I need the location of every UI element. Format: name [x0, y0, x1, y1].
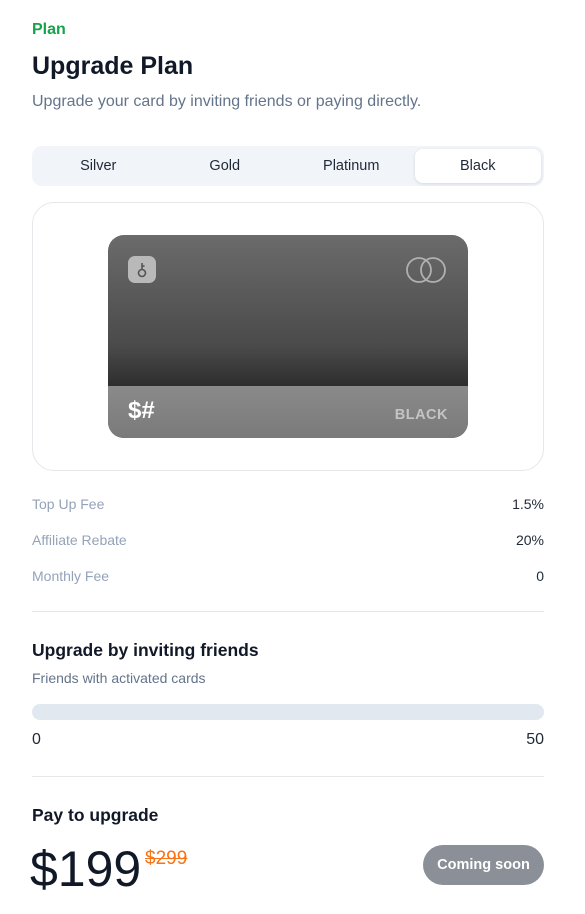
fee-row: Top Up Fee 1.5% — [32, 496, 544, 532]
tab-platinum[interactable]: Platinum — [288, 149, 415, 183]
tab-black[interactable]: Black — [414, 149, 541, 183]
page-subtitle: Upgrade your card by inviting friends or… — [32, 93, 422, 110]
divider — [32, 611, 544, 612]
card-preview-frame: $# BLACK — [32, 202, 544, 471]
fee-label: Affiliate Rebate — [32, 532, 127, 548]
card-brand-logo: $# — [128, 397, 155, 424]
page-title: Upgrade Plan — [32, 52, 194, 80]
tier-tabs: Silver Gold Platinum Black — [32, 146, 544, 186]
fee-value: 0 — [536, 568, 544, 584]
original-price: $299 — [145, 848, 188, 869]
progress-max-label: 50 — [526, 731, 544, 748]
section-eyebrow: Plan — [32, 21, 66, 38]
invite-progress-bar — [32, 704, 544, 720]
card-tier-label: BLACK — [394, 407, 448, 423]
key-icon — [128, 256, 156, 283]
fee-label: Top Up Fee — [32, 496, 105, 512]
fee-label: Monthly Fee — [32, 568, 110, 584]
fee-value: 1.5% — [512, 496, 544, 512]
fee-row: Monthly Fee 0 — [32, 568, 544, 604]
progress-min-label: 0 — [32, 731, 41, 748]
invite-section-subtitle: Friends with activated cards — [32, 670, 206, 686]
tab-gold[interactable]: Gold — [162, 149, 289, 183]
current-price: $199 — [30, 841, 142, 897]
fee-list: Top Up Fee 1.5% Affiliate Rebate 20% Mon… — [32, 496, 544, 604]
coming-soon-button[interactable]: Coming soon — [423, 845, 544, 885]
tab-silver[interactable]: Silver — [35, 149, 162, 183]
fee-value: 20% — [515, 532, 544, 548]
divider — [32, 776, 544, 777]
rings-icon — [406, 257, 446, 283]
invite-section-title: Upgrade by inviting friends — [32, 640, 259, 660]
pay-section-title: Pay to upgrade — [32, 805, 159, 825]
card-preview: $# BLACK — [108, 235, 468, 438]
fee-row: Affiliate Rebate 20% — [32, 532, 544, 568]
